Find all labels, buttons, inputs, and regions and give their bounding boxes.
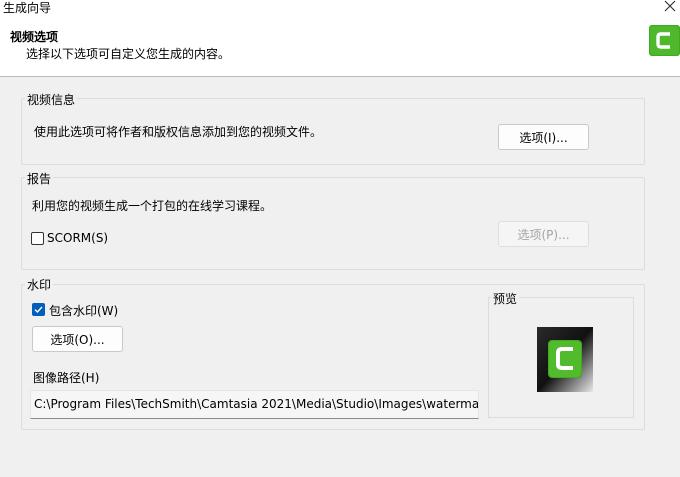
video-info-group-label: 视频信息: [25, 91, 78, 108]
image-path-label: 图像路径(H): [33, 371, 100, 385]
image-path-field[interactable]: C:\Program Files\TechSmith\Camtasia 2021…: [30, 390, 479, 419]
checkmark-icon: [34, 306, 43, 314]
watermark-preview-image: [537, 327, 593, 392]
scorm-checkbox[interactable]: [31, 232, 44, 245]
page-subtitle: 选择以下选项可自定义您生成的内容。: [26, 47, 231, 61]
video-info-description: 使用此选项可将作者和版权信息添加到您的视频文件。: [34, 125, 323, 139]
page-title: 视频选项: [10, 30, 59, 44]
watermark-group-label: 水印: [25, 276, 54, 293]
report-options-button[interactable]: 选项(P)...: [498, 221, 589, 247]
report-group-label: 报告: [25, 170, 54, 187]
report-description: 利用您的视频生成一个打包的在线学习课程。: [32, 199, 273, 213]
watermark-options-button[interactable]: 选项(O)...: [32, 326, 123, 352]
camtasia-logo-icon: [649, 25, 680, 56]
include-watermark-checkbox[interactable]: [32, 303, 45, 316]
header-panel: [0, 0, 680, 77]
include-watermark-label[interactable]: 包含水印(W): [49, 302, 118, 319]
preview-label: 预览: [491, 290, 520, 307]
close-icon[interactable]: [662, 0, 678, 14]
video-info-options-button[interactable]: 选项(I)...: [498, 124, 589, 150]
window-title: 生成向导: [3, 1, 52, 15]
scorm-label[interactable]: SCORM(S): [47, 231, 108, 245]
